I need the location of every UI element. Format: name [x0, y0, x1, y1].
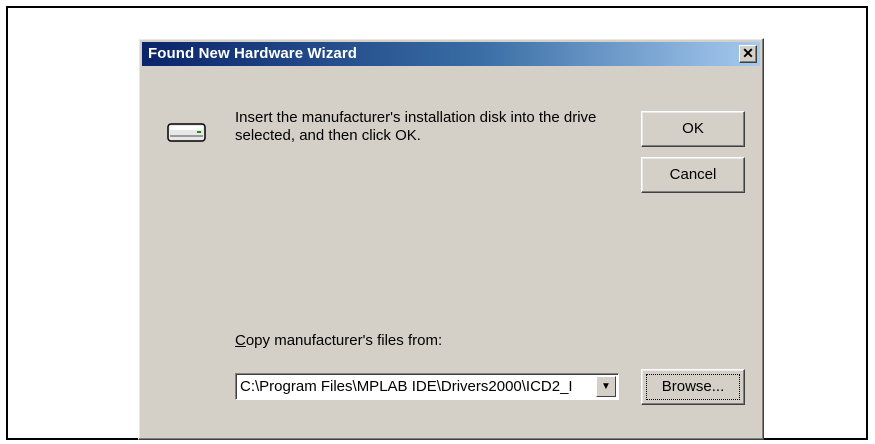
ok-button[interactable]: OK [641, 111, 745, 147]
found-new-hardware-dialog: Found New Hardware Wizard ✕ Insert the m… [138, 38, 764, 440]
browse-button-label: Browse... [661, 378, 725, 395]
copy-files-from-value[interactable]: C:\Program Files\MPLAB IDE\Drivers2000\I… [240, 378, 592, 395]
copy-files-from-label: Copy manufacturer's files from: [235, 332, 443, 349]
window-title: Found New Hardware Wizard [148, 45, 358, 62]
instruction-message: Insert the manufacturer's installation d… [235, 109, 597, 144]
disk-drive-icon [167, 123, 206, 142]
copy-files-from-combobox[interactable]: C:\Program Files\MPLAB IDE\Drivers2000\I… [235, 373, 619, 400]
title-bar[interactable]: Found New Hardware Wizard ✕ [142, 42, 760, 66]
close-button[interactable]: ✕ [739, 45, 757, 63]
cancel-button[interactable]: Cancel [641, 157, 745, 193]
dropdown-arrow-button[interactable]: ▼ [596, 376, 616, 397]
screenshot-frame: Found New Hardware Wizard ✕ Insert the m… [6, 6, 868, 440]
chevron-down-icon: ▼ [601, 381, 611, 392]
close-icon: ✕ [742, 45, 754, 61]
browse-button[interactable]: Browse... [641, 369, 745, 405]
